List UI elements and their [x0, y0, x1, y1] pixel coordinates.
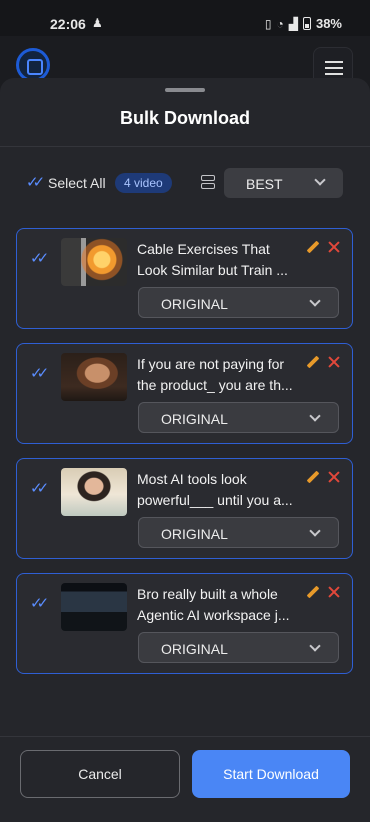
vibrate-icon: ▯	[264, 16, 272, 31]
chevron-down-icon	[309, 640, 321, 652]
layers-icon	[201, 175, 215, 191]
app-logo	[16, 48, 50, 82]
close-icon[interactable]	[328, 586, 340, 598]
notification-icon: ♟	[92, 16, 103, 30]
edit-icon[interactable]	[306, 356, 320, 370]
format-dropdown[interactable]: ORIGINAL	[138, 517, 339, 548]
bulk-download-sheet: Bulk Download ✓✓ Select All 4 video BEST…	[0, 78, 370, 822]
video-item[interactable]: ✓✓ Cable Exercises That Look Similar but…	[16, 228, 353, 329]
footer-divider	[0, 736, 370, 737]
video-title: Cable Exercises That Look Similar but Tr…	[137, 241, 288, 278]
close-icon[interactable]	[328, 471, 340, 483]
item-checkbox[interactable]: ✓✓	[30, 249, 49, 267]
edit-icon[interactable]	[306, 471, 320, 485]
close-icon[interactable]	[328, 241, 340, 253]
video-item[interactable]: ✓✓ Bro really built a whole Agentic AI w…	[16, 573, 353, 674]
video-title: Bro really built a whole Agentic AI work…	[137, 586, 290, 623]
format-value: ORIGINAL	[161, 641, 228, 657]
chevron-down-icon	[309, 295, 321, 307]
cancel-button[interactable]: Cancel	[20, 750, 180, 798]
chevron-down-icon	[309, 410, 321, 422]
sheet-title: Bulk Download	[120, 108, 250, 128]
item-checkbox[interactable]: ✓✓	[30, 364, 49, 382]
edit-icon[interactable]	[306, 241, 320, 255]
video-title: Most AI tools look powerful___ until you…	[137, 471, 293, 508]
chevron-down-icon	[309, 525, 321, 537]
video-count-badge: 4 video	[115, 173, 172, 193]
select-all-checkbox[interactable]: ✓✓	[26, 173, 45, 191]
edit-icon[interactable]	[306, 586, 320, 600]
quality-value: BEST	[246, 176, 283, 192]
video-thumbnail	[61, 353, 127, 401]
status-icons: ▯ ◔ ▟ 38%	[265, 16, 342, 31]
close-icon[interactable]	[328, 356, 340, 368]
status-bar: 22:06 ♟ ▯ ◔ ▟ 38%	[0, 0, 370, 36]
video-thumbnail	[61, 238, 127, 286]
battery-icon	[302, 17, 311, 30]
video-title: If you are not paying for the product_ y…	[137, 356, 293, 393]
header-divider	[0, 146, 370, 147]
quality-dropdown[interactable]: BEST	[224, 168, 343, 198]
select-all-row: ✓✓ Select All 4 video BEST	[0, 168, 370, 198]
format-value: ORIGINAL	[161, 526, 228, 542]
format-dropdown[interactable]: ORIGINAL	[138, 632, 339, 663]
video-thumbnail	[61, 583, 127, 631]
signal-icon: ▟	[288, 16, 298, 31]
format-value: ORIGINAL	[161, 296, 228, 312]
video-item[interactable]: ✓✓ If you are not paying for the product…	[16, 343, 353, 444]
format-value: ORIGINAL	[161, 411, 228, 427]
chevron-down-icon	[314, 174, 326, 186]
format-dropdown[interactable]: ORIGINAL	[138, 287, 339, 318]
battery-percent: 38%	[315, 16, 342, 31]
item-checkbox[interactable]: ✓✓	[30, 594, 49, 612]
video-thumbnail	[61, 468, 127, 516]
video-item[interactable]: ✓✓ Most AI tools look powerful___ until …	[16, 458, 353, 559]
start-download-button[interactable]: Start Download	[192, 750, 350, 798]
status-time: 22:06	[50, 16, 86, 32]
format-dropdown[interactable]: ORIGINAL	[138, 402, 339, 433]
select-all-label[interactable]: Select All	[48, 175, 106, 191]
item-checkbox[interactable]: ✓✓	[30, 479, 49, 497]
sheet-grabber[interactable]	[165, 88, 205, 92]
wifi-icon: ◔	[276, 16, 284, 31]
